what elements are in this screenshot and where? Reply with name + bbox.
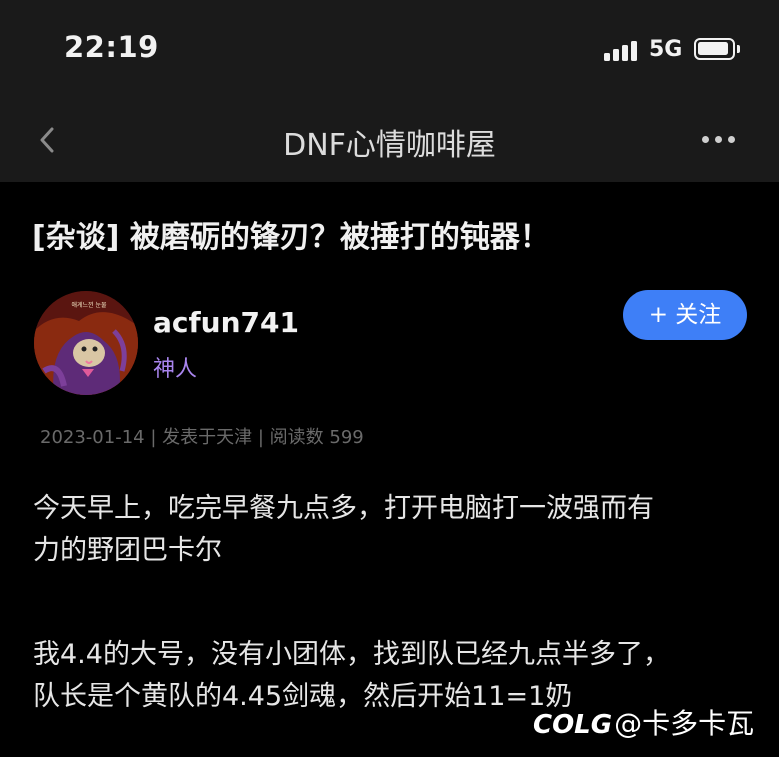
author-name[interactable]: acfun741 (153, 306, 299, 339)
watermark-text: @卡多卡瓦 (614, 707, 755, 740)
page-title: DNF心情咖啡屋 (283, 128, 496, 163)
battery-icon (694, 38, 740, 60)
paragraph-line: 力的野团巴卡尔 (33, 535, 222, 566)
paragraph-line: 我4.4的大号，没有小团体，找到队已经九点半多了， (33, 639, 670, 670)
post-date: 2023-01-14 (40, 427, 145, 448)
post-title: [杂谈] 被磨砺的锋刃？被捶打的钝器！ (32, 220, 550, 255)
post-location: 发表于天津 (162, 427, 253, 448)
avatar-caption: 애게느낀 눈물 (71, 301, 107, 309)
post-paragraph: 今天早上，吃完早餐九点多，打开电脑打一波强而有 力的野团巴卡尔 (33, 488, 654, 572)
author-role: 神人 (153, 357, 198, 382)
colg-logo: COLG (533, 710, 613, 740)
more-dots-icon[interactable] (702, 136, 736, 144)
meta-divider: | (144, 427, 163, 448)
top-bar: 22:19 5G DNF心情咖啡屋 (0, 0, 779, 182)
follow-button[interactable]: + 关注 (623, 290, 747, 340)
signal-icon (604, 41, 640, 61)
post-views: 阅读数 599 (269, 427, 364, 448)
nav-bar: DNF心情咖啡屋 (0, 100, 779, 182)
meta-divider: | (252, 427, 270, 448)
watermark: COLG@卡多卡瓦 (533, 702, 754, 742)
post-meta: 2023-01-14 | 发表于天津 | 阅读数 599 (40, 423, 364, 449)
status-bar: 22:19 5G (0, 0, 779, 100)
avatar[interactable]: 애게느낀 눈물 (34, 291, 138, 395)
status-time: 22:19 (64, 30, 159, 64)
paragraph-line: 今天早上，吃完早餐九点多，打开电脑打一波强而有 (33, 493, 654, 524)
network-type: 5G (649, 37, 683, 62)
